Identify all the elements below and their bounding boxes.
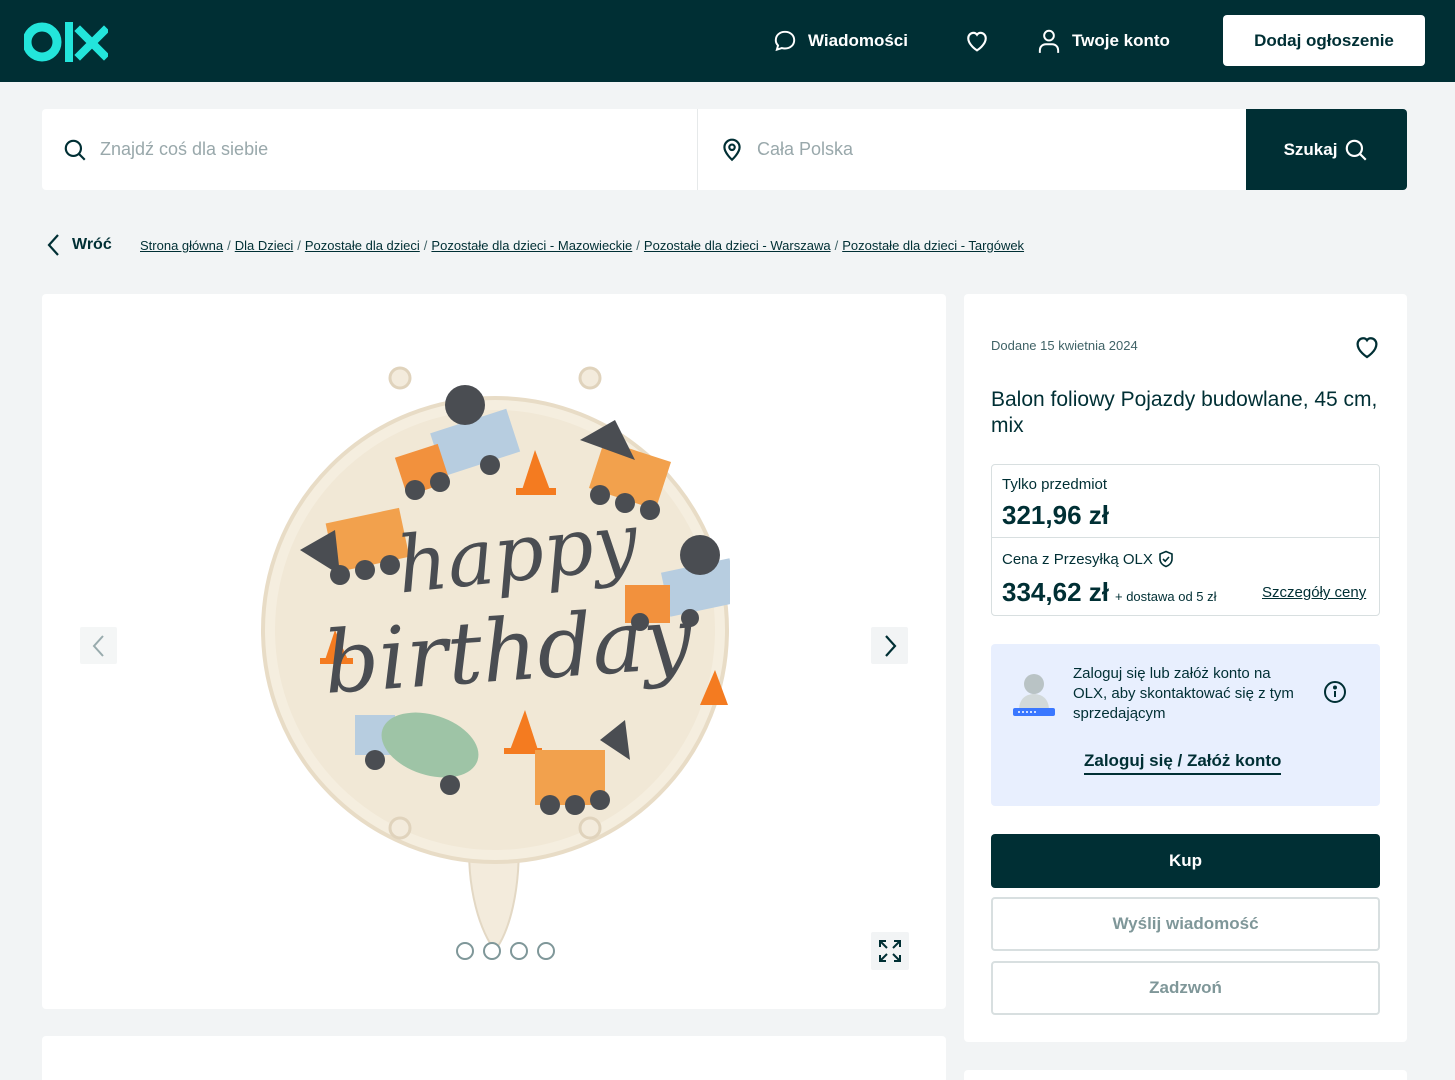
item-only-label: Tylko przedmiot [1002,476,1108,493]
search-bar: Znajdź coś dla siebie Cała Polska Szukaj [42,109,1407,190]
favorites-nav-link[interactable] [963,26,991,56]
breadcrumb-link-home[interactable]: Strona główna [140,238,223,253]
next-image-button[interactable] [871,627,908,664]
chevron-left-icon [47,234,59,256]
back-button[interactable]: Wróć [46,232,112,258]
breadcrumb-link-warszawa[interactable]: Pozostałe dla dzieci - Warszawa [644,238,831,253]
previous-image-button[interactable] [80,627,117,664]
shield-check-icon [1159,550,1173,568]
search-button[interactable]: Szukaj [1246,109,1407,190]
shipping-price-label: Cena z Przesyłką OLX [1002,550,1174,568]
description-card [42,1036,946,1080]
add-listing-button[interactable]: Dodaj ogłoszenie [1223,15,1425,66]
buy-button[interactable]: Kup [991,834,1380,888]
account-label: Twoje konto [1072,31,1170,50]
breadcrumb-separator: / [834,238,839,253]
shipping-price-label-text: Cena z Przesyłką OLX [1002,550,1153,568]
shipping-price-row: 334,62 zł + dostawa od 5 zł [1002,577,1217,608]
breadcrumb-separator: / [423,238,428,253]
shipping-price: 334,62 zł [1002,577,1109,607]
olx-logo[interactable] [24,20,108,64]
listing-details-panel: Dodane 15 kwietnia 2024 Balon foliowy Po… [964,294,1407,1042]
breadcrumb: Strona główna / Dla Dzieci / Pozostałe dla d… [140,238,1024,253]
breadcrumb-separator: / [227,238,231,253]
search-icon [64,139,86,161]
search-input[interactable]: Znajdź coś dla siebie [42,109,698,190]
seller-card [964,1070,1407,1080]
breadcrumb-separator: / [297,238,301,253]
search-placeholder: Znajdź coś dla siebie [100,139,269,159]
breadcrumb-link-other-children[interactable]: Pozostałe dla dzieci [305,238,420,253]
image-pagination [456,942,555,960]
login-register-link[interactable]: Zaloguj się / Załóż konto [1084,751,1282,775]
location-pin-icon [723,138,741,161]
call-button[interactable]: Zadzwoń [991,961,1380,1015]
product-image[interactable]: happy birthday [260,360,730,960]
listing-title: Balon foliowy Pojazdy budowlane, 45 cm, … [991,388,1378,437]
breadcrumb-link-children[interactable]: Dla Dzieci [235,238,294,253]
shipping-note: + dostawa od 5 zł [1114,589,1217,604]
heart-icon [967,31,987,52]
info-icon[interactable] [1323,680,1347,704]
messages-label: Wiadomości [808,31,908,50]
image-dot[interactable] [510,942,528,960]
image-dot[interactable] [456,942,474,960]
image-dot[interactable] [483,942,501,960]
breadcrumb-link-mazowieckie[interactable]: Pozostałe dla dzieci - Mazowieckie [431,238,632,253]
back-label: Wróć [72,236,112,253]
search-button-label: Szukaj [1283,139,1338,159]
messages-nav-link[interactable]: Wiadomości [772,26,908,56]
account-nav-link[interactable]: Twoje konto [1036,26,1170,56]
heart-icon[interactable] [1352,332,1382,362]
chevron-left-icon [92,634,104,657]
fullscreen-button[interactable] [871,932,909,970]
photo-gallery: happy birthday [42,294,946,1009]
breadcrumb-separator: / [636,238,640,253]
login-prompt-text: Zaloguj się lub załóż konto na OLX, aby … [1073,665,1294,722]
item-only-price-section: Tylko przedmiot 321,96 zł [992,465,1379,538]
send-message-button[interactable]: Wyślij wiadomość [991,897,1380,951]
chevron-right-icon [884,634,896,657]
breadcrumb-link-targowek[interactable]: Pozostałe dla dzieci - Targówek [842,238,1024,253]
chat-bubble-icon [774,30,796,52]
user-icon [1038,29,1060,53]
item-only-price: 321,96 zł [1002,500,1109,530]
location-input[interactable]: Cała Polska [699,109,1246,190]
price-details-link[interactable]: Szczegóły ceny [1262,584,1366,601]
top-navigation-bar: Wiadomości Twoje konto Dodaj ogłoszenie [0,0,1455,82]
location-placeholder: Cała Polska [757,139,854,159]
login-prompt: Zaloguj się lub załóż konto na OLX, aby … [991,644,1380,806]
image-dot[interactable] [537,942,555,960]
expand-icon [879,940,901,962]
search-icon [1346,139,1367,161]
user-avatar-icon [1013,674,1055,716]
added-date: Dodane 15 kwietnia 2024 [991,338,1138,353]
price-box: Tylko przedmiot 321,96 zł Cena z Przesył… [991,464,1380,616]
